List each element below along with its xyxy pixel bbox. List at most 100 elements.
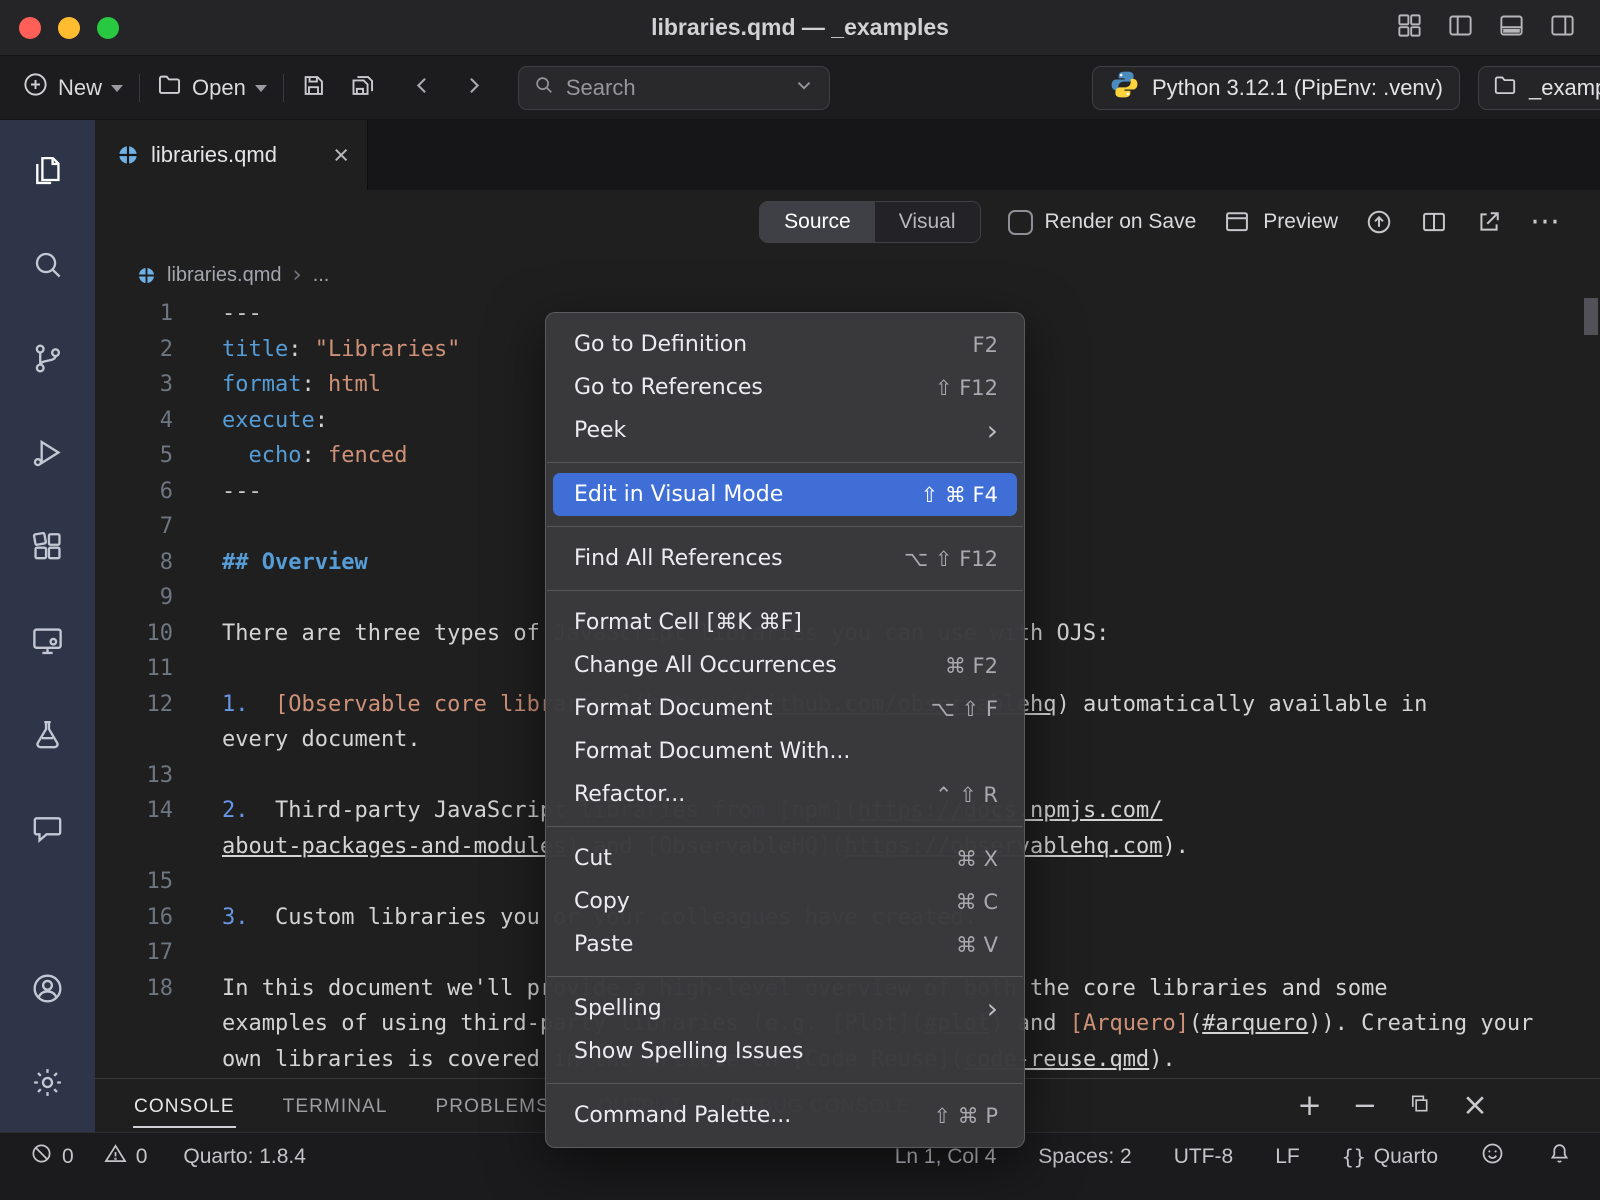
language-mode[interactable]: {} Quarto — [1342, 1145, 1438, 1169]
menu-item-peek[interactable]: Peek› — [546, 409, 1024, 452]
panel-minimize-icon[interactable]: − — [1353, 1091, 1377, 1120]
python-logo-icon — [1109, 69, 1140, 106]
code-text — [173, 935, 222, 971]
gear-icon — [30, 1065, 65, 1105]
chevron-down-icon — [111, 85, 123, 92]
breadcrumb-more[interactable]: ... — [313, 264, 330, 287]
menu-item-edit-in-visual-mode[interactable]: Edit in Visual Mode⇧ ⌘ F4 — [553, 473, 1017, 516]
panel-add-icon[interactable]: + — [1297, 1091, 1321, 1120]
problems-status[interactable]: 0 0 — [30, 1142, 147, 1171]
panel-tab-problems[interactable]: PROBLEMS — [435, 1083, 551, 1128]
menu-item-spelling[interactable]: Spelling› — [546, 987, 1024, 1030]
open-button[interactable]: Open — [156, 71, 267, 104]
preview-button[interactable]: Preview — [1223, 208, 1338, 236]
warning-icon — [104, 1142, 127, 1171]
app-window: libraries.qmd — _examples New Open — [0, 0, 1600, 1200]
menu-item-go-to-references[interactable]: Go to References⇧ F12 — [546, 366, 1024, 409]
line-number: 16 — [95, 900, 173, 936]
menu-item-find-all-references[interactable]: Find All References⌥ ⇧ F12 — [546, 537, 1024, 580]
render-on-save-label: Render on Save — [1045, 210, 1197, 234]
zoom-window-button[interactable] — [97, 17, 119, 39]
new-button[interactable]: New — [22, 71, 123, 104]
code-text — [173, 580, 222, 616]
line-number: 13 — [95, 758, 173, 794]
toggle-bottom-panel-icon[interactable] — [1498, 12, 1525, 44]
save-button[interactable] — [300, 72, 327, 104]
menu-shortcut: ⌥ ⇧ F12 — [904, 547, 998, 571]
more-actions-icon[interactable]: ⋯ — [1530, 213, 1560, 231]
source-mode-button[interactable]: Source — [760, 202, 875, 242]
activity-account-button[interactable] — [0, 944, 95, 1038]
visual-mode-button[interactable]: Visual — [875, 202, 980, 242]
encoding[interactable]: UTF-8 — [1174, 1145, 1234, 1169]
search-input[interactable]: Search — [518, 66, 830, 110]
line-number: 1 — [95, 296, 173, 332]
open-external-icon[interactable] — [1475, 208, 1503, 236]
render-icon[interactable] — [1365, 208, 1393, 236]
account-icon — [30, 971, 65, 1011]
code-text: format: html — [173, 367, 381, 403]
menu-item-copy[interactable]: Copy⌘ C — [546, 880, 1024, 923]
close-tab-icon[interactable]: × — [333, 142, 349, 169]
git-branch-icon — [30, 341, 65, 381]
window-controls — [19, 17, 119, 39]
panel-tab-terminal[interactable]: TERMINAL — [282, 1083, 389, 1128]
eol-sequence[interactable]: LF — [1275, 1145, 1300, 1169]
editor-scrollbar[interactable] — [1584, 298, 1598, 335]
breadcrumb-file[interactable]: libraries.qmd — [167, 264, 281, 287]
activity-source-control-button[interactable] — [0, 314, 95, 408]
save-all-button[interactable] — [349, 72, 376, 104]
menu-item-refactor[interactable]: Refactor...⌃ ⇧ R — [546, 773, 1024, 816]
cursor-position[interactable]: Ln 1, Col 4 — [895, 1145, 997, 1169]
activity-sessions-button[interactable] — [0, 596, 95, 690]
activity-search-button[interactable] — [0, 220, 95, 314]
customize-layout-icon[interactable] — [1396, 12, 1423, 44]
toggle-left-sidebar-icon[interactable] — [1447, 12, 1474, 44]
feedback-smiley-icon[interactable] — [1480, 1141, 1505, 1172]
quarto-version[interactable]: Quarto: 1.8.4 — [183, 1145, 306, 1169]
line-number — [95, 1006, 173, 1042]
menu-item-change-all-occurrences[interactable]: Change All Occurrences⌘ F2 — [546, 644, 1024, 687]
menu-item-go-to-definition[interactable]: Go to DefinitionF2 — [546, 323, 1024, 366]
interpreter-selector[interactable]: Python 3.12.1 (PipEnv: .venv) — [1092, 66, 1460, 110]
code-text: title: "Libraries" — [173, 332, 460, 368]
menu-item-format-document-with[interactable]: Format Document With... — [546, 730, 1024, 773]
project-selector[interactable]: _examples — [1478, 66, 1600, 110]
activity-extensions-button[interactable] — [0, 502, 95, 596]
menu-separator — [547, 976, 1023, 977]
panel-restore-icon[interactable] — [1408, 1092, 1431, 1120]
menu-item-paste[interactable]: Paste⌘ V — [546, 923, 1024, 966]
activity-run-debug-button[interactable] — [0, 408, 95, 502]
preview-icon — [1223, 208, 1251, 236]
search-icon — [30, 247, 65, 287]
menu-item-show-spelling-issues[interactable]: Show Spelling Issues — [546, 1030, 1024, 1073]
menu-item-format-document[interactable]: Format Document⌥ ⇧ F — [546, 687, 1024, 730]
notifications-bell-icon[interactable] — [1547, 1141, 1572, 1172]
menu-item-format-cell-k-f[interactable]: Format Cell [⌘K ⌘F] — [546, 601, 1024, 644]
panel-tab-console[interactable]: CONSOLE — [133, 1083, 236, 1128]
activity-testing-button[interactable] — [0, 690, 95, 784]
menu-item-command-palette[interactable]: Command Palette...⇧ ⌘ P — [546, 1094, 1024, 1137]
close-window-button[interactable] — [19, 17, 41, 39]
panel-close-icon[interactable]: × — [1462, 1090, 1488, 1121]
minimize-window-button[interactable] — [58, 17, 80, 39]
activity-settings-button[interactable] — [0, 1038, 95, 1132]
line-number: 17 — [95, 935, 173, 971]
line-number: 9 — [95, 580, 173, 616]
chevron-down-icon[interactable] — [793, 74, 815, 101]
menu-item-cut[interactable]: Cut⌘ X — [546, 837, 1024, 880]
indentation[interactable]: Spaces: 2 — [1038, 1145, 1131, 1169]
menu-shortcut: ⇧ F12 — [935, 376, 998, 400]
tab-libraries-qmd[interactable]: libraries.qmd × — [95, 120, 368, 190]
activity-chat-button[interactable] — [0, 784, 95, 878]
activity-explorer-button[interactable] — [0, 126, 95, 220]
back-icon[interactable] — [410, 73, 435, 103]
line-number: 3 — [95, 367, 173, 403]
menu-shortcut: ⌥ ⇧ F — [931, 697, 998, 721]
render-on-save-checkbox[interactable] — [1008, 210, 1033, 235]
toggle-right-sidebar-icon[interactable] — [1549, 12, 1576, 44]
code-text: ## Overview — [173, 545, 368, 581]
line-number: 10 — [95, 616, 173, 652]
forward-icon[interactable] — [461, 73, 486, 103]
split-editor-icon[interactable] — [1420, 208, 1448, 236]
